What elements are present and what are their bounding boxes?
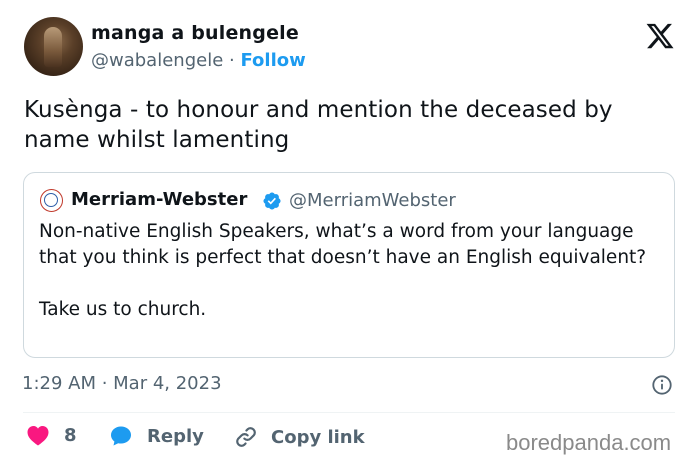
quoted-tweet-text: Non-native English Speakers, what’s a wo… <box>39 219 669 323</box>
handle-separator: · <box>229 50 235 71</box>
heart-icon <box>27 426 49 446</box>
author-name[interactable]: manga a bulengele <box>91 22 299 44</box>
quoted-author-handle: @MerriamWebster <box>289 190 456 211</box>
author-handle-row: @wabalengele · Follow <box>91 50 306 71</box>
quoted-text-paragraph: Take us to church. <box>39 299 207 320</box>
copy-link-button[interactable]: Copy link <box>233 424 365 450</box>
avatar-figure <box>44 27 62 67</box>
author-handle[interactable]: @wabalengele <box>91 50 223 71</box>
x-logo-icon[interactable] <box>645 21 675 51</box>
link-icon <box>236 427 256 447</box>
like-count: 8 <box>64 424 77 446</box>
merriam-webster-avatar <box>40 189 63 212</box>
copy-link-label: Copy link <box>271 426 365 448</box>
divider <box>23 412 675 413</box>
tweet-timestamp[interactable]: 1:29 AM · Mar 4, 2023 <box>22 373 222 394</box>
follow-button[interactable]: Follow <box>240 50 305 71</box>
verified-badge-icon <box>263 192 281 210</box>
quoted-text-paragraph: Non-native English Speakers, what’s a wo… <box>39 221 647 268</box>
info-icon[interactable] <box>651 374 673 396</box>
author-avatar[interactable] <box>24 17 83 76</box>
speech-bubble-icon <box>111 426 131 446</box>
watermark: boredpanda.com <box>506 430 672 455</box>
reply-button[interactable]: Reply <box>109 424 204 448</box>
reply-label: Reply <box>147 425 204 447</box>
quoted-author-name: Merriam-Webster <box>71 189 248 210</box>
tweet-text: Kusènga - to honour and mention the dece… <box>24 97 613 153</box>
like-button[interactable]: 8 <box>26 424 77 446</box>
